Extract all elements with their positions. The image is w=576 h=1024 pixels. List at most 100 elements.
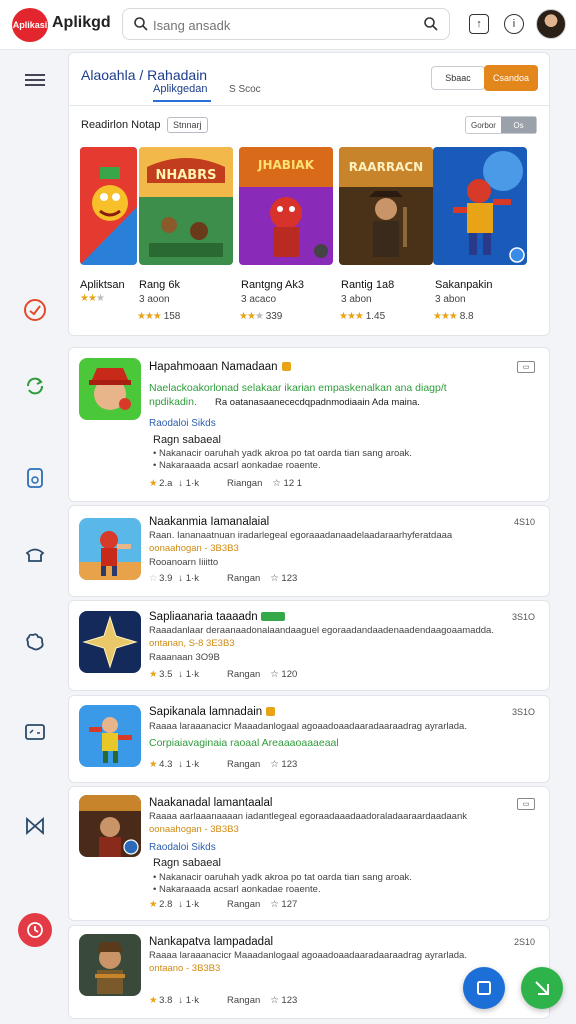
divider (69, 105, 549, 106)
game-tile[interactable]: NHABRS (139, 147, 233, 265)
app-title: Aplikgd (52, 14, 111, 31)
app-meta: ★ 3.5 ↓ 1·k Rangan ☆ 120 (149, 669, 298, 680)
speedometer-icon[interactable] (22, 297, 48, 323)
app-icon (79, 705, 141, 767)
game-name[interactable]: Rantig 1a8 (341, 279, 394, 291)
badge (260, 612, 285, 622)
page-title: Alaoahla / Rahadain (81, 67, 208, 83)
app-desc: Raaadanlaar deraanaadonalaandaaguel egor… (149, 625, 494, 636)
primary-button[interactable]: Csandoa (484, 65, 538, 91)
list-item[interactable]: Naakanmia Iamanalaial 4S10 Raan. Iananaa… (68, 505, 550, 597)
app-tagline-2: npdikadin. (149, 396, 197, 408)
app-title[interactable]: Hapahmoaan Namadaan (149, 361, 291, 373)
app-link[interactable]: Raodaloi Sikds (149, 418, 216, 429)
game-name[interactable]: Rang 6k (139, 279, 180, 291)
feature-title: Ragn sabaeal (153, 434, 221, 446)
rating-count: 1.45 (365, 311, 386, 322)
view-toggle-b[interactable]: Os (501, 117, 536, 133)
game-tile[interactable]: JHABIAK (239, 147, 333, 265)
app-size: 3S1O (511, 707, 535, 717)
avatar[interactable] (536, 9, 566, 39)
search-input[interactable] (153, 15, 413, 35)
list-item[interactable]: Sapikanala lamnadain 3S1O Raaaa laraaana… (68, 695, 550, 783)
app-title[interactable]: Nankapatva lampadadal (149, 936, 273, 948)
menu-icon[interactable] (22, 67, 48, 93)
feature-bullet: • Nakaraaada acsarl aonkadae roaente. (153, 460, 321, 471)
svg-text:JHABIAK: JHABIAK (257, 158, 315, 172)
upload-icon[interactable]: ↑ (469, 14, 489, 34)
game-rating: ★★★ 158 (137, 311, 181, 322)
app-title[interactable]: Sapliaanaria taaaadn (149, 611, 285, 623)
section-chip[interactable]: Stnnarj (167, 117, 208, 133)
app-desc: Raan. Iananaatnuan iradarlegeal egoraaad… (149, 530, 453, 541)
tab-other[interactable]: S Scoc (229, 84, 261, 95)
list-item[interactable]: Sapliaanaria taaaadn 3S1O Raaadanlaar de… (68, 600, 550, 691)
app-size: 3S1O (511, 612, 535, 622)
window-fab[interactable] (463, 967, 505, 1009)
rating-count: 8.8 (459, 311, 474, 322)
square-icon (477, 981, 491, 995)
app-icon (79, 611, 141, 673)
app-category: ontaano - 3B3B3 (149, 963, 221, 974)
app-tagline: Corpiaiavaginaia raoaal Areaaaoaaaeaal (149, 737, 339, 749)
game-subtitle: 3 acaco (241, 294, 277, 305)
game-name[interactable]: Apliktsan (80, 279, 125, 291)
phone-icon[interactable] (22, 465, 48, 491)
app-icon (79, 795, 141, 857)
view-toggle-a[interactable]: Gorbor (466, 117, 501, 133)
app-meta: ★ 4.3 ↓ 1·k Rangan ☆ 123 (149, 759, 298, 770)
app-meta: ★ 3.8 ↓ 1·k Rangan ☆ 123 (149, 995, 298, 1006)
search-submit-icon[interactable] (423, 16, 439, 32)
game-tile[interactable] (433, 147, 527, 265)
game-tile[interactable]: RAARRACN (339, 147, 433, 265)
app-desc: Ra oatanasaanececdqpadnmodiaain Ada main… (215, 397, 420, 408)
game-tile[interactable] (80, 147, 137, 265)
tab-apps[interactable]: Aplikgedan (153, 83, 211, 102)
app-title[interactable]: Naakanmia Iamanalaial (149, 516, 269, 528)
hat-icon[interactable] (22, 541, 48, 567)
app-category: ontanan, S-8 3E3B3 (149, 638, 235, 649)
clock-icon[interactable] (18, 913, 52, 947)
send-icon (535, 981, 549, 995)
app-icon (79, 518, 141, 580)
secondary-button[interactable]: Sbaac (431, 66, 485, 90)
feature-title: Ragn sabaeal (153, 857, 221, 869)
bookmark-icon[interactable]: ▭ (517, 361, 535, 373)
app-icon (79, 934, 141, 996)
app-meta: ☆ 3.9 ↓ 1·k Rangan ☆ 123 (149, 573, 298, 584)
app-link[interactable]: Raodaloi Sikds (149, 842, 216, 853)
game-rating: ★★★ 8.8 (433, 311, 474, 322)
refresh-icon[interactable] (22, 373, 48, 399)
game-name[interactable]: Rantgng Ak3 (241, 279, 304, 291)
list-item[interactable]: Naakanadal lamantaalal ▭ Raaaa aarlaaana… (68, 786, 550, 921)
badge (266, 707, 276, 717)
left-rail (0, 51, 68, 1024)
game-rating: ★★★ 339 (239, 311, 283, 322)
section-label: Readirlon Notap (81, 119, 161, 131)
share-fab[interactable] (521, 967, 563, 1009)
rating-count: 158 (163, 311, 181, 322)
app-desc: Raaaa aarlaaanaaaan iadantlegeal egoraad… (149, 811, 467, 822)
app-category: oonaahogan - 3B3B3 (149, 824, 239, 835)
game-name[interactable]: Sakanpakin (435, 279, 493, 291)
bookmark-icon[interactable]: ▭ (517, 798, 535, 810)
view-toggle[interactable]: Gorbor Os (465, 116, 537, 134)
feature-bullet: • Nakaraaada acsarl aonkadae roaente. (153, 884, 321, 895)
game-rating: ★★★ 1.45 (339, 311, 386, 322)
app-title[interactable]: Sapikanala lamnadain (149, 706, 276, 718)
app-title[interactable]: Naakanadal lamantaalal (149, 797, 272, 809)
puzzle-icon[interactable] (22, 629, 48, 655)
screen-icon[interactable] (22, 719, 48, 745)
butterfly-icon[interactable] (22, 813, 48, 839)
app-category: oonaahogan - 3B3B3 (149, 543, 239, 554)
search-icon (134, 17, 148, 31)
app-meta: ★ 2.8 ↓ 1·k Rangan ☆ 127 (149, 899, 298, 910)
info-icon[interactable]: i (504, 14, 524, 34)
game-subtitle: 3 abon (341, 294, 372, 305)
list-item[interactable]: Hapahmoaan Namadaan ▭ Naelackoakorlonad … (68, 347, 550, 502)
feature-bullet: • Nakanacir oaruhah yadk akroa po tat oa… (153, 872, 412, 883)
app-logo[interactable]: Aplikasi (12, 8, 48, 42)
rating-count: 339 (265, 311, 283, 322)
search-bar[interactable] (122, 8, 450, 40)
app-desc: Raaaa laraaanacicr Maaadanlogaal agoaado… (149, 950, 467, 961)
